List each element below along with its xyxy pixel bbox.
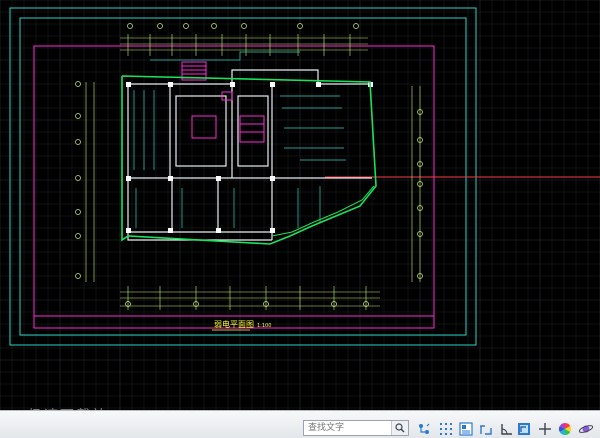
grid-icon[interactable]	[438, 421, 454, 437]
properties-icon[interactable]	[458, 421, 474, 437]
search-icon[interactable]	[391, 421, 408, 435]
equipment-blocks	[181, 61, 265, 143]
orbit-icon[interactable]	[578, 421, 594, 437]
search-input[interactable]	[304, 421, 392, 435]
top-dimensions	[120, 34, 368, 56]
orthogonal-icon[interactable]	[478, 421, 494, 437]
status-bar	[0, 410, 600, 438]
crosshair-icon[interactable]	[537, 421, 553, 437]
search-box[interactable]	[303, 420, 409, 436]
bottom-dimensions	[120, 286, 380, 310]
angle-icon[interactable]	[498, 421, 514, 437]
drawing-canvas[interactable]: 弱电平面图 1:100	[0, 0, 600, 410]
drawing-scale: 1:100	[257, 323, 271, 329]
cad-viewer: 弱电平面图 1:100 极速下载站	[0, 0, 600, 438]
background-grid	[0, 0, 600, 410]
building-walls	[127, 69, 372, 241]
color-wheel-icon[interactable]	[557, 421, 573, 437]
drawing-view-icon[interactable]	[516, 421, 532, 437]
drawing-title: 弱电平面图	[214, 319, 254, 329]
snap-icon[interactable]	[416, 421, 432, 437]
